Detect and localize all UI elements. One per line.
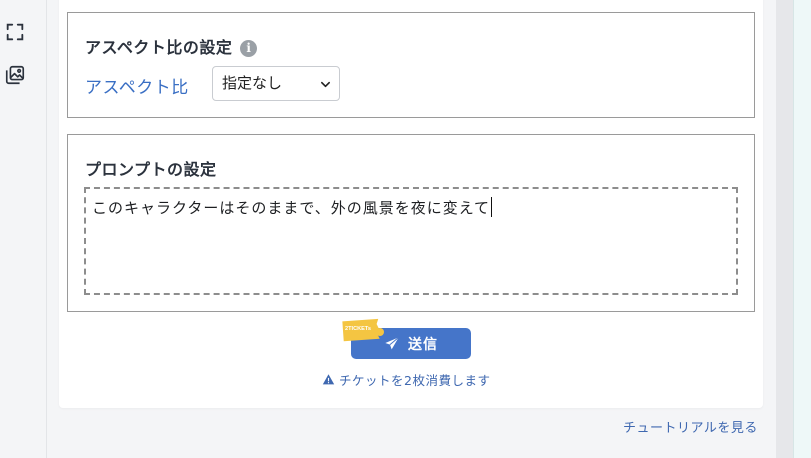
aspect-section-title-text: アスペクト比の設定 xyxy=(85,38,233,57)
scrollbar-track[interactable] xyxy=(776,0,793,458)
info-icon[interactable]: i xyxy=(240,39,258,57)
prompt-textarea[interactable]: このキャラクターはそのままで、外の風景を夜に変えて xyxy=(84,187,738,295)
paper-plane-icon xyxy=(385,336,399,349)
ticket-badge-icon: 2TICKETs xyxy=(342,318,384,342)
aspect-section-title: アスペクト比の設定 i xyxy=(85,34,258,58)
settings-card: アスペクト比の設定 i アスペクト比 指定なし プロンプトの設定 このキャラクター… xyxy=(59,0,763,408)
image-gallery-icon[interactable] xyxy=(3,63,27,87)
send-button-group: 送信 2TICKETs xyxy=(342,318,472,362)
aspect-ratio-select[interactable]: 指定なし xyxy=(212,66,340,101)
prompt-section-title: プロンプトの設定 xyxy=(85,160,217,179)
prompt-text: このキャラクターはそのままで、外の風景を夜に変えて xyxy=(92,199,491,217)
warning-triangle-icon xyxy=(322,374,335,385)
aspect-ratio-label: アスペクト比 xyxy=(85,78,189,98)
text-caret xyxy=(491,197,493,217)
aspect-ratio-section: アスペクト比の設定 i アスペクト比 指定なし xyxy=(67,12,755,118)
prompt-section: プロンプトの設定 このキャラクターはそのままで、外の風景を夜に変えて xyxy=(67,134,755,312)
send-button-label: 送信 xyxy=(408,336,438,353)
ticket-consumption-text: チケットを2枚消費します xyxy=(339,373,491,388)
ticket-consumption-notice: チケットを2枚消費します xyxy=(322,370,502,389)
tutorial-link[interactable]: チュートリアルを見る xyxy=(623,417,758,436)
right-panel-edge xyxy=(793,0,811,458)
left-icon-rail xyxy=(0,0,47,458)
chevron-down-icon xyxy=(321,81,330,88)
ticket-badge-text: 2TICKETs xyxy=(345,326,371,332)
aspect-ratio-select-value: 指定なし xyxy=(222,74,283,92)
fullscreen-corners-icon[interactable] xyxy=(3,20,27,44)
